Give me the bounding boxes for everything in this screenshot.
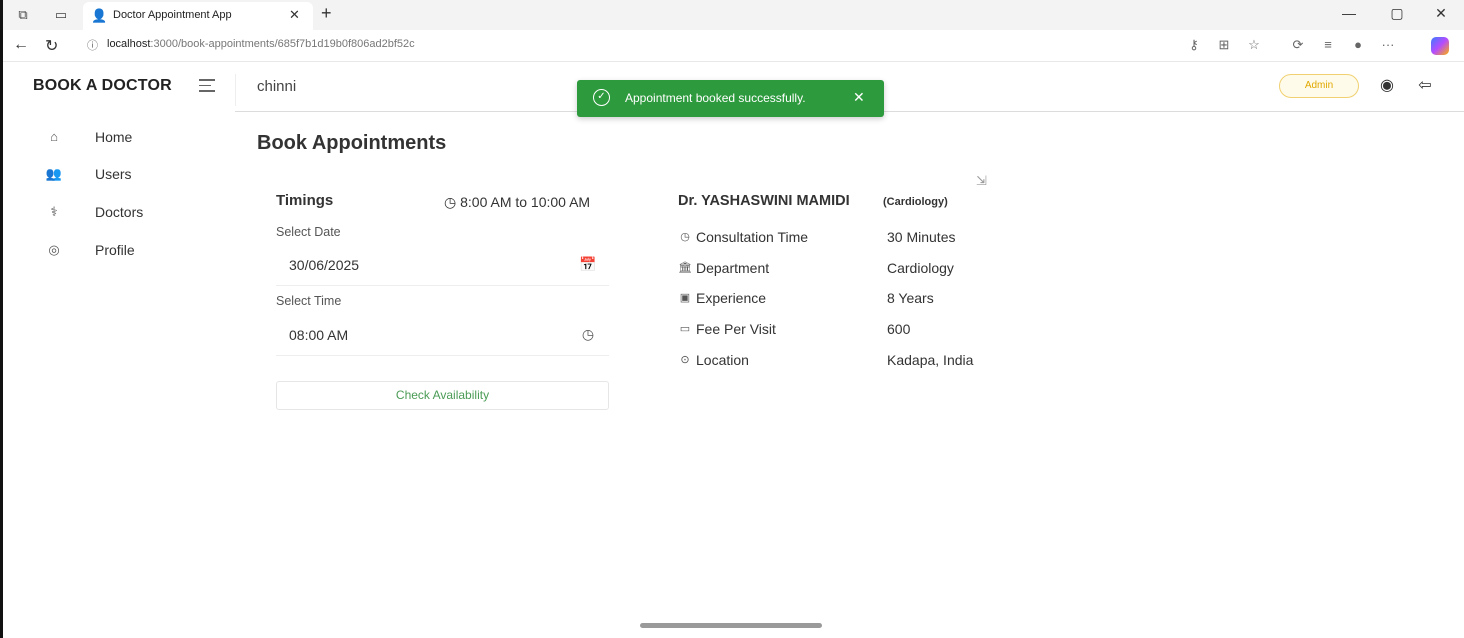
sidebar-item-profile[interactable]: ◎ Profile xyxy=(3,232,232,268)
menu-toggle-icon[interactable] xyxy=(199,79,215,93)
mouse-cursor-icon: ⇲ xyxy=(976,173,987,188)
date-input[interactable]: 30/06/2025 📅 xyxy=(276,244,609,286)
info-value: Cardiology xyxy=(887,260,954,276)
building-icon: 🏛 xyxy=(678,262,692,274)
toast-close-icon[interactable]: ✕ xyxy=(853,89,865,106)
close-window-icon[interactable]: ✕ xyxy=(1431,5,1451,22)
info-value: Kadapa, India xyxy=(887,352,974,368)
url-field[interactable]: localhost:3000/book-appointments/685f7b1… xyxy=(107,38,415,50)
check-availability-button[interactable]: Check Availability xyxy=(276,381,609,410)
home-icon: ⌂ xyxy=(50,129,58,144)
sidebar: ⌂ Home 👥 Users ⚕ Doctors ◎ Profile xyxy=(3,112,232,638)
doctor-favicon-icon: 👤 xyxy=(91,8,108,23)
home-indicator xyxy=(640,623,822,628)
clock-icon: ◷ xyxy=(680,231,690,243)
minimize-icon[interactable]: — xyxy=(1339,5,1359,21)
tab-title: Doctor Appointment App xyxy=(113,9,232,21)
tab-actions-icon[interactable]: ▭ xyxy=(53,7,69,23)
site-info-icon[interactable]: ⓘ xyxy=(87,37,98,53)
sidebar-item-users[interactable]: 👥 Users xyxy=(3,156,232,192)
info-key: Department xyxy=(696,260,770,276)
header-divider xyxy=(235,74,236,106)
users-icon: 👥 xyxy=(45,166,63,181)
info-row-fee: ▭ Fee Per Visit 600 xyxy=(678,319,998,341)
location-icon: ⊙ xyxy=(680,354,690,366)
apps-icon[interactable]: ⊞ xyxy=(1215,37,1233,53)
address-bar: ← ↻ ⓘ localhost:3000/book-appointments/6… xyxy=(3,30,1464,62)
timings-range: 8:00 AM to 10:00 AM xyxy=(460,194,591,210)
role-badge: Admin xyxy=(1279,74,1359,98)
info-value: 30 Minutes xyxy=(887,229,956,245)
doctor-icon: ⚕ xyxy=(50,204,58,219)
workspaces-icon[interactable]: ⧉ xyxy=(15,7,31,23)
badge-icon: ▣ xyxy=(679,292,691,304)
calendar-icon[interactable]: 📅 xyxy=(579,255,597,273)
account-icon[interactable]: ● xyxy=(1349,37,1367,52)
info-value: 600 xyxy=(887,321,911,337)
toast-message: Appointment booked successfully. xyxy=(625,91,806,105)
sidebar-item-doctors[interactable]: ⚕ Doctors xyxy=(3,194,232,230)
doctor-name: Dr. YASHASWINI MAMIDI xyxy=(678,193,850,209)
check-circle-icon: ✓ xyxy=(593,89,610,106)
sidebar-item-label: Users xyxy=(95,166,132,182)
info-value: 8 Years xyxy=(887,290,934,306)
key-icon[interactable]: ⚷ xyxy=(1185,37,1203,53)
doctor-specialization: (Cardiology) xyxy=(883,196,948,208)
money-icon: ▭ xyxy=(679,323,691,335)
success-toast: ✓ Appointment booked successfully. ✕ xyxy=(577,80,884,117)
clock-icon: ◷ xyxy=(444,194,457,210)
app-window: ⧉ ▭ 👤 Doctor Appointment App ✕ + — ▢ ✕ ←… xyxy=(0,0,1464,638)
info-key: Location xyxy=(696,352,749,368)
profile-icon: ◎ xyxy=(48,242,60,257)
date-value: 30/06/2025 xyxy=(289,257,360,273)
info-row-department: 🏛 Department Cardiology xyxy=(678,258,998,280)
browser-tab[interactable]: 👤 Doctor Appointment App ✕ xyxy=(83,2,313,30)
logout-icon[interactable]: ⇦ xyxy=(1414,75,1436,97)
more-icon[interactable]: ··· xyxy=(1379,37,1397,52)
sidebar-item-label: Doctors xyxy=(95,204,144,220)
sidebar-item-label: Profile xyxy=(95,242,135,258)
favorite-star-icon[interactable]: ☆ xyxy=(1245,37,1263,53)
time-value: 08:00 AM xyxy=(289,327,349,343)
current-username: chinni xyxy=(257,78,297,95)
copilot-icon[interactable] xyxy=(1431,37,1449,55)
time-input[interactable]: 08:00 AM ◷ xyxy=(276,314,609,356)
sidebar-item-label: Home xyxy=(95,129,133,145)
browser-tab-strip: ⧉ ▭ 👤 Doctor Appointment App ✕ + — ▢ ✕ xyxy=(3,0,1464,30)
info-row-location: ⊙ Location Kadapa, India xyxy=(678,350,998,372)
refresh-icon[interactable]: ↻ xyxy=(45,36,58,56)
close-tab-icon[interactable]: ✕ xyxy=(289,7,300,23)
extensions-icon[interactable]: ⟳ xyxy=(1289,37,1307,53)
restore-icon[interactable]: ▢ xyxy=(1387,5,1407,22)
clock-icon[interactable]: ◷ xyxy=(579,325,597,343)
sidebar-item-home[interactable]: ⌂ Home xyxy=(3,119,232,155)
favorites-list-icon[interactable]: ≡ xyxy=(1319,37,1337,52)
info-key: Fee Per Visit xyxy=(696,321,776,337)
page-title: Book Appointments xyxy=(257,132,447,154)
new-tab-button[interactable]: + xyxy=(321,3,332,24)
info-row-consultation: ◷ Consultation Time 30 Minutes xyxy=(678,227,998,249)
date-label: Select Date xyxy=(276,225,341,239)
time-label: Select Time xyxy=(276,294,342,308)
info-row-experience: ▣ Experience 8 Years xyxy=(678,288,998,310)
info-key: Consultation Time xyxy=(696,229,809,245)
back-icon[interactable]: ← xyxy=(13,36,29,54)
url-host: localhost xyxy=(107,38,151,50)
url-path: :3000/book-appointments/685f7b1d19b0f806… xyxy=(150,38,415,50)
timings-value: ◷ 8:00 AM to 10:00 AM xyxy=(444,194,590,211)
brand-title: BOOK A DOCTOR xyxy=(33,77,172,94)
timings-label: Timings xyxy=(276,192,334,209)
notification-bell-icon[interactable]: ◉ xyxy=(1376,75,1398,97)
info-key: Experience xyxy=(696,290,767,306)
